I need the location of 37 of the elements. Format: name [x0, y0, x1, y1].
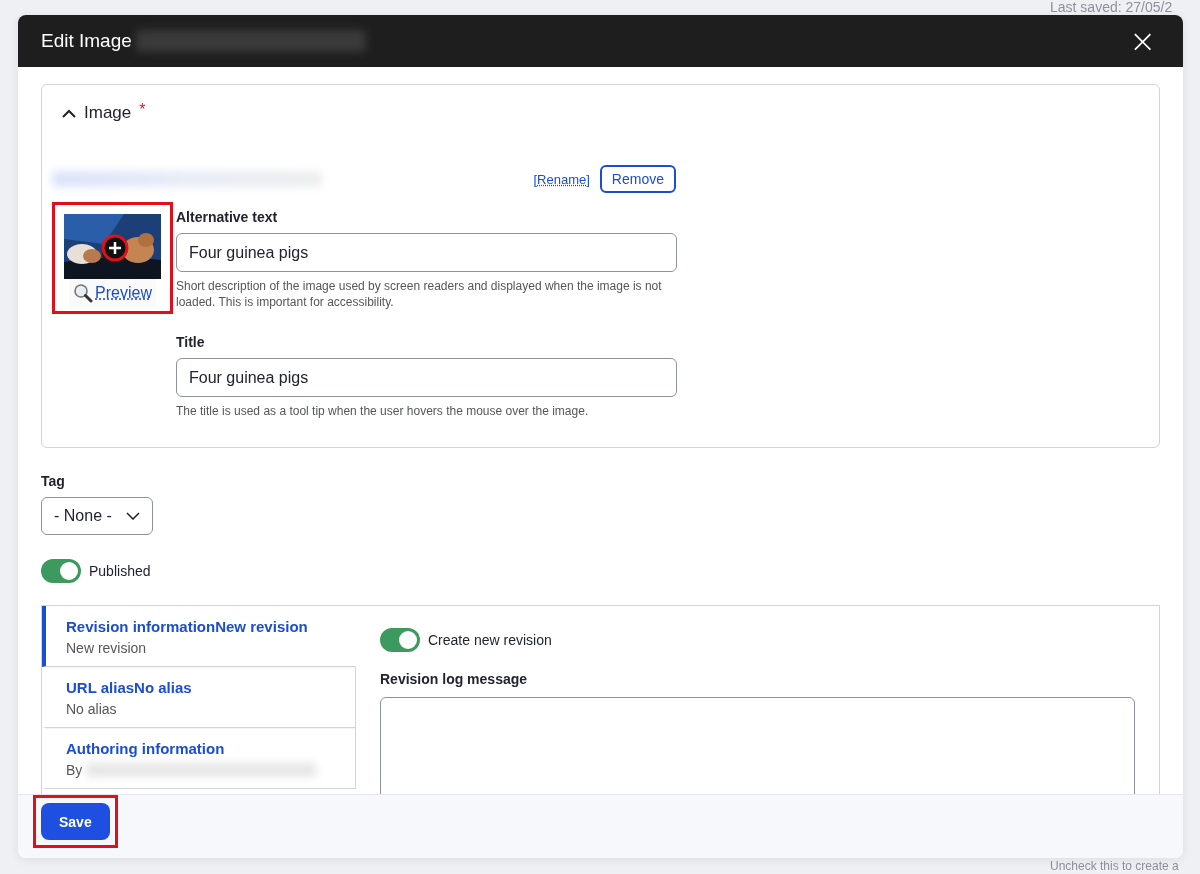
field-label: Title — [176, 334, 206, 350]
text-field[interactable]: Four guinea pigs — [176, 358, 677, 397]
tag-select[interactable]: - None - — [41, 497, 153, 535]
save-button[interactable]: Save — [41, 803, 110, 840]
vertical-tab[interactable]: URL aliasNo alias No alias — [42, 667, 356, 728]
preview-link[interactable]: Preview — [69, 279, 156, 307]
rename-link[interactable]: [Rename] — [533, 171, 590, 187]
magnifier-icon — [73, 283, 94, 303]
toggle-switch[interactable] — [41, 559, 81, 583]
toggle-label: Create new revision — [428, 632, 552, 648]
field-label: Alternative text — [176, 209, 279, 225]
tab-title: Revision informationNew revision — [66, 618, 309, 635]
tab-title: URL aliasNo alias — [66, 679, 193, 696]
chevron-down-icon — [125, 512, 140, 520]
toggle-label: Published — [89, 563, 151, 579]
required-mark: * — [139, 101, 146, 119]
log-message-field[interactable] — [380, 696, 1135, 794]
field-description: The title is used as a tool tip when the user hovers the mouse over the image. — [176, 403, 590, 419]
vertical-tab[interactable]: Revision informationNew revision New revision — [42, 606, 356, 667]
toggle-switch[interactable] — [380, 628, 420, 652]
background-text: Last saved: 27/05/2 — [1050, 0, 1173, 15]
chevron-up-icon[interactable] — [62, 108, 76, 118]
dialog-title: Edit Image — [41, 30, 132, 52]
remove-button[interactable]: Remove — [599, 165, 676, 193]
vertical-tab[interactable]: Authoring information By — [42, 728, 356, 789]
tab-title: Authoring information — [66, 740, 226, 757]
text-field[interactable]: Four guinea pigs — [176, 233, 677, 272]
field-label: Tag — [41, 473, 65, 489]
zoom-plus-icon[interactable] — [100, 233, 130, 263]
section-title: Image — [84, 103, 132, 123]
tab-summary: By — [66, 762, 83, 778]
tab-summary: No alias — [66, 701, 117, 717]
field-description: Short description of the image used by screen readers and displayed when the image is not loaded. This is important for accessibility. — [176, 278, 663, 310]
close-button[interactable]: × — [1125, 25, 1160, 57]
background-text: Uncheck this to create a — [1050, 859, 1179, 874]
tab-summary: New revision — [66, 640, 147, 656]
field-label: Revision log message — [380, 670, 529, 687]
